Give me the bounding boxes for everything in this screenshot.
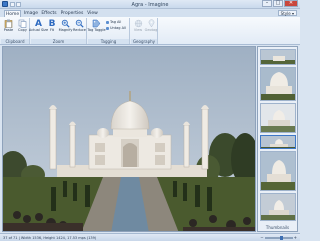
thumbnail-selected[interactable] [260,135,296,149]
tagging-group: Tag Toggle Tag All Untag All Tagging [87,18,130,44]
thumbnails-label: Thumbnails [265,225,290,230]
zoom-group: A Actual Size B Fit Magnify Reduce Zoom [29,18,87,44]
geography-group-label: Geography [131,39,157,44]
actual-size-button[interactable]: A Actual Size [29,18,48,33]
window-title: Agra - Imagine [131,2,169,8]
fit-icon: B [48,18,56,29]
magnify-label: Magnify [58,28,73,32]
untag-all-icon [106,26,109,30]
geo-view-button[interactable]: View [132,19,144,32]
zoom-in-icon[interactable]: + [294,236,297,240]
title-bar: Agra - Imagine – □ ✕ [0,0,300,9]
thumbnail[interactable] [260,67,296,101]
thumbnail-panel[interactable]: Thumbnails [257,46,298,232]
close-button[interactable]: ✕ [284,0,298,7]
copy-icon [18,19,27,28]
untag-all-button[interactable]: Untag All [106,26,126,30]
magnify-button[interactable]: Magnify [59,19,72,32]
zoom-slider[interactable] [264,236,293,240]
tab-properties[interactable]: Properties [59,10,85,17]
ribbon: Paste Copy Clipboard A Actual Size B Fit… [0,17,300,45]
geography-group: View Geotag Geography [131,18,158,44]
thumbnail[interactable] [260,103,296,133]
image-viewer[interactable] [2,46,256,232]
thumbnail[interactable] [260,151,296,191]
reduce-label: Reduce [73,28,86,32]
reduce-icon [75,19,84,28]
tab-image[interactable]: Image [23,10,39,17]
geotag-label: Geotag [144,28,158,32]
clipboard-group: Paste Copy Clipboard [1,18,30,44]
tab-view[interactable]: View [86,10,99,17]
zoom-group-label: Zoom [31,39,86,44]
magnify-icon [61,19,70,28]
copy-button[interactable]: Copy [16,19,29,32]
ribbon-tabs: Home Image Effects Properties View Style… [0,9,300,17]
tag-icon [92,19,101,28]
zoom-out-icon[interactable]: − [260,236,263,240]
map-pin-icon [147,19,156,28]
tag-toggle-button[interactable]: Tag Toggle [87,19,106,32]
style-menu[interactable]: Style ▾ [277,10,297,16]
tag-toggle-label: Tag Toggle [87,28,106,32]
geo-view-label: View [133,28,143,32]
tag-all-icon [106,20,109,24]
untag-all-label: Untag All [110,26,126,30]
geotag-button[interactable]: Geotag [145,19,157,32]
image-info: 37 of 71 | Width 1536, Height 1424, 17.5… [3,236,97,240]
thumbnail[interactable] [260,193,296,221]
clipboard-icon [4,19,13,28]
zoom-control: − + [260,236,297,240]
tab-home[interactable]: Home [4,10,21,17]
tagging-group-label: Tagging [88,39,129,44]
paste-button[interactable]: Paste [2,19,15,32]
tag-all-label: Tag All [110,20,122,24]
paste-label: Paste [3,28,14,32]
clipboard-group-label: Clipboard [1,39,29,44]
thumbnail[interactable] [260,49,296,65]
status-bar: 37 of 71 | Width 1536, Height 1424, 17.5… [0,233,300,241]
maximize-button[interactable]: □ [273,0,283,7]
actual-size-icon: A [35,18,42,29]
tag-all-button[interactable]: Tag All [106,20,121,24]
tab-effects[interactable]: Effects [40,10,58,17]
window-controls: – □ ✕ [262,0,298,7]
reduce-button[interactable]: Reduce [73,19,86,32]
zoom-slider-knob[interactable] [280,236,284,240]
fit-button[interactable]: B Fit [46,18,58,33]
taj-mahal-photo [3,47,255,231]
fit-label: Fit [49,28,55,32]
minimize-button[interactable]: – [262,0,272,7]
copy-label: Copy [18,28,27,32]
globe-icon [134,19,143,28]
